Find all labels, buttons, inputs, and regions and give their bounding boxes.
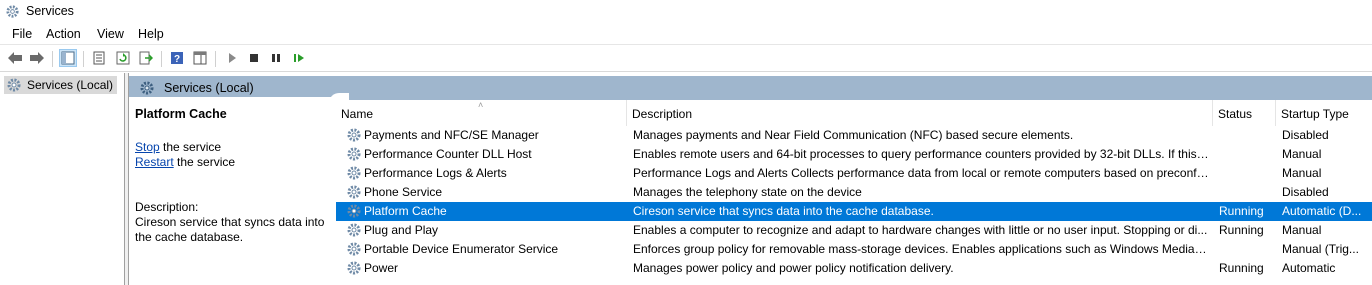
resume-icon[interactable] — [290, 49, 308, 67]
restart-link[interactable]: Restart — [135, 155, 174, 169]
export-list-icon[interactable] — [137, 49, 155, 67]
table-row[interactable]: Phone Service Manages the telephony state… — [336, 183, 1372, 202]
gear-icon — [7, 78, 21, 92]
pane-header-title: Services (Local) — [164, 81, 254, 95]
svg-text:?: ? — [174, 54, 180, 65]
service-description: Cireson service that syncs data into the… — [633, 204, 934, 218]
forward-arrow-icon[interactable] — [28, 49, 46, 67]
action-pane-icon[interactable] — [191, 49, 209, 67]
service-status: Running — [1219, 261, 1264, 275]
description-text: Cireson service that syncs data into the… — [135, 215, 325, 244]
service-description: Manages payments and Near Field Communic… — [633, 128, 1074, 142]
selected-service-name: Platform Cache — [135, 107, 227, 121]
service-name: Performance Counter DLL Host — [364, 147, 532, 161]
table-row[interactable]: Plug and Play Enables a computer to recog… — [336, 221, 1372, 240]
column-header-name[interactable]: Name ˄ — [336, 100, 627, 126]
service-name: Performance Logs & Alerts — [364, 166, 507, 180]
service-gear-icon — [346, 260, 362, 276]
gear-icon — [140, 81, 154, 95]
table-row[interactable]: Platform Cache Cireson service that syncs… — [336, 202, 1372, 221]
service-startup-type: Automatic (D... — [1282, 204, 1362, 218]
service-description: Performance Logs and Alerts Collects per… — [633, 166, 1209, 180]
service-gear-icon — [346, 127, 362, 143]
table-row[interactable]: Performance Logs & Alerts Performance Log… — [336, 164, 1372, 183]
service-gear-icon — [346, 146, 362, 162]
service-name: Phone Service — [364, 185, 443, 199]
service-startup-type: Manual — [1282, 223, 1322, 237]
stop-icon[interactable] — [245, 49, 263, 67]
toolbar: ? — [0, 44, 1372, 72]
service-name: Platform Cache — [364, 204, 447, 218]
service-startup-type: Manual — [1282, 166, 1322, 180]
column-header-status[interactable]: Status — [1213, 100, 1276, 126]
window-title: Services — [26, 4, 74, 18]
service-startup-type: Disabled — [1282, 128, 1329, 142]
table-row[interactable]: Portable Device Enumerator Service Enforc… — [336, 240, 1372, 259]
menu-bar: File Action View Help — [0, 24, 1372, 44]
service-description: Enforces group policy for removable mass… — [633, 242, 1209, 256]
pause-icon[interactable] — [267, 49, 285, 67]
service-gear-icon — [346, 241, 362, 257]
service-startup-type: Automatic — [1282, 261, 1336, 275]
menu-file[interactable]: File — [12, 27, 32, 41]
service-gear-icon — [346, 165, 362, 181]
title-bar: Services — [0, 0, 1372, 24]
table-row[interactable]: Payments and NFC/SE Manager Manages payme… — [336, 126, 1372, 145]
table-row[interactable]: Performance Counter DLL Host Enables remo… — [336, 145, 1372, 164]
service-status: Running — [1219, 204, 1264, 218]
description-label: Description: — [135, 200, 199, 214]
menu-action[interactable]: Action — [46, 27, 81, 41]
service-startup-type: Manual — [1282, 147, 1322, 161]
help-icon[interactable]: ? — [168, 49, 186, 67]
table-row[interactable]: Power Manages power policy and power poli… — [336, 259, 1372, 278]
service-name: Payments and NFC/SE Manager — [364, 128, 539, 142]
menu-help[interactable]: Help — [138, 27, 164, 41]
service-startup-type: Manual (Trig... — [1282, 242, 1359, 256]
stop-action: Stop the service — [135, 140, 222, 154]
start-icon[interactable] — [223, 49, 241, 67]
sort-ascending-icon: ˄ — [478, 100, 484, 110]
stop-link[interactable]: Stop — [135, 140, 160, 154]
column-header-description[interactable]: Description — [627, 100, 1213, 126]
properties-icon[interactable] — [90, 49, 108, 67]
service-name: Portable Device Enumerator Service — [364, 242, 559, 256]
gear-icon — [6, 5, 19, 18]
column-header-startup-type[interactable]: Startup Type — [1276, 100, 1372, 126]
service-description: Enables remote users and 64-bit processe… — [633, 147, 1209, 161]
service-description: Enables a computer to recognize and adap… — [633, 223, 1208, 237]
menu-view[interactable]: View — [97, 27, 124, 41]
service-description: Manages the telephony state on the devic… — [633, 185, 862, 199]
tree-item-services-local[interactable]: Services (Local) — [4, 76, 118, 94]
console-tree: Services (Local) — [0, 73, 125, 285]
service-gear-icon — [346, 222, 362, 238]
service-gear-icon — [346, 184, 362, 200]
service-gear-icon — [346, 203, 362, 219]
service-name: Power — [364, 261, 399, 275]
back-arrow-icon[interactable] — [6, 49, 24, 67]
services-list: Name ˄ Description Status Startup Type P… — [336, 100, 1372, 285]
service-startup-type: Disabled — [1282, 185, 1329, 199]
refresh-icon[interactable] — [114, 49, 132, 67]
service-status: Running — [1219, 223, 1264, 237]
console-tree-icon[interactable] — [59, 49, 77, 67]
service-description: Manages power policy and power policy no… — [633, 261, 954, 275]
tree-item-label: Services (Local) — [27, 78, 114, 92]
details-pane: Services (Local) Platform Cache Stop the… — [128, 73, 1372, 285]
restart-action: Restart the service — [135, 155, 236, 169]
service-name: Plug and Play — [364, 223, 439, 237]
